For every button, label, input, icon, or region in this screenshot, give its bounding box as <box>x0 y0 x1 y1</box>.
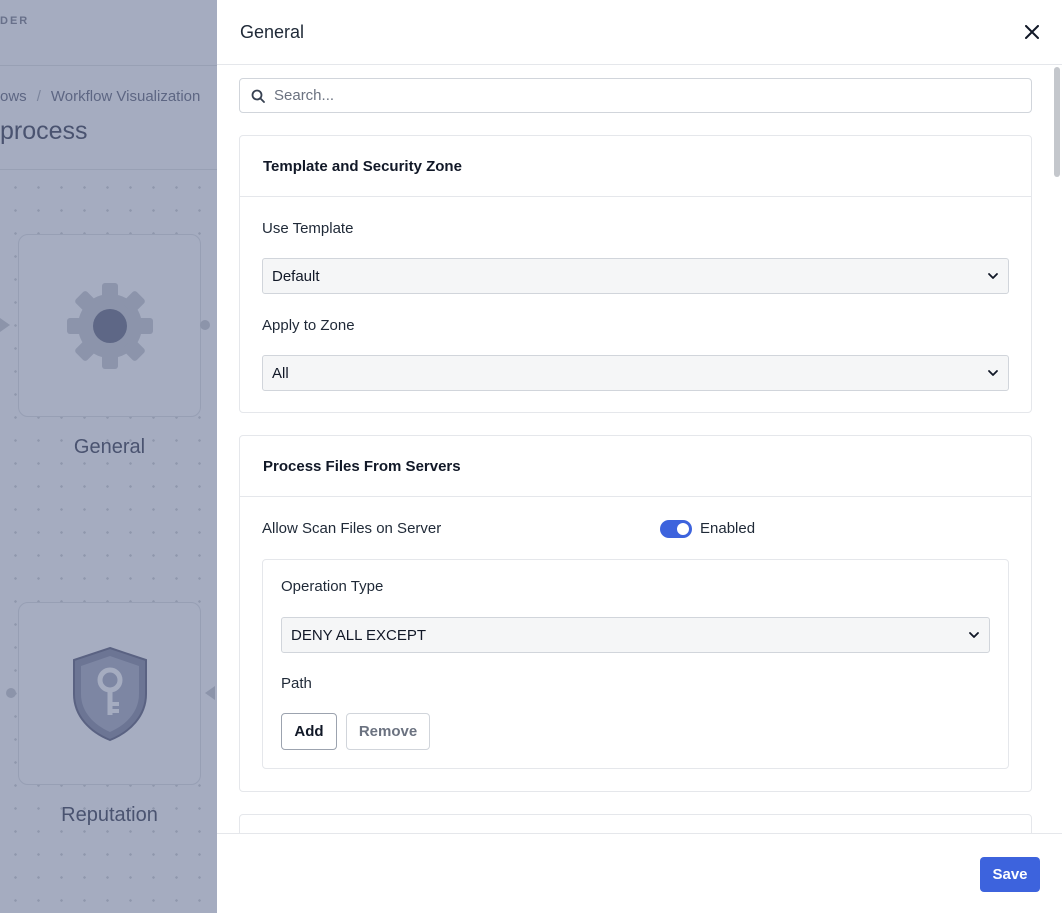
brand-text: DER <box>0 15 30 27</box>
section-title: Template and Security Zone <box>240 136 1031 197</box>
apply-zone-label: Apply to Zone <box>262 317 355 334</box>
close-button[interactable] <box>1020 20 1044 44</box>
operation-type-value: DENY ALL EXCEPT <box>291 626 427 644</box>
apply-zone-select[interactable]: All <box>262 355 1009 391</box>
breadcrumb: ows / Workflow Visualization <box>0 88 200 105</box>
chevron-down-icon <box>969 632 979 638</box>
settings-drawer: General Template and Security Zone Use T… <box>217 0 1062 913</box>
toggle-knob <box>677 523 689 535</box>
chevron-down-icon <box>988 273 998 279</box>
use-template-value: Default <box>272 267 320 285</box>
background-page: DER ows / Workflow Visualization process G… <box>0 0 217 913</box>
section-title: Process Files From Servers <box>240 436 1031 497</box>
drawer-footer: Save <box>217 833 1062 913</box>
add-path-button[interactable]: Add <box>281 713 337 750</box>
drawer-title: General <box>240 22 305 42</box>
save-button[interactable]: Save <box>980 857 1040 892</box>
allow-scan-state: Enabled <box>700 520 756 537</box>
apply-zone-value: All <box>272 364 289 382</box>
divider <box>0 169 217 170</box>
connector-arrow-icon <box>205 686 215 700</box>
node-label-reputation: Reputation <box>61 804 158 826</box>
use-template-select[interactable]: Default <box>262 258 1009 294</box>
workflow-node-reputation[interactable] <box>18 602 201 785</box>
path-label: Path <box>281 675 312 692</box>
connector-dot <box>6 688 16 698</box>
search-icon <box>251 89 265 103</box>
section-template-security-zone: Template and Security Zone Use Template … <box>239 135 1032 413</box>
chevron-down-icon <box>988 370 998 376</box>
gear-icon <box>67 283 153 369</box>
allow-scan-toggle[interactable] <box>660 520 692 538</box>
close-icon <box>1025 25 1039 39</box>
connector-dot <box>200 320 210 330</box>
remove-path-button[interactable]: Remove <box>346 713 430 750</box>
operation-type-select[interactable]: DENY ALL EXCEPT <box>281 617 990 653</box>
workflow-node-general[interactable] <box>18 234 201 417</box>
search-box <box>239 78 1032 113</box>
drawer-body[interactable]: Template and Security Zone Use Template … <box>217 65 1062 833</box>
node-label-general: General <box>73 436 146 458</box>
breadcrumb-item-current: Workflow Visualization <box>50 88 201 105</box>
use-template-label: Use Template <box>262 220 354 237</box>
divider <box>0 65 217 66</box>
drawer-header: General <box>217 0 1062 65</box>
allow-scan-label: Allow Scan Files on Server <box>262 520 442 537</box>
breadcrumb-item-workflows[interactable]: ows <box>0 88 27 105</box>
operation-settings-box: Operation Type DENY ALL EXCEPT Path Add … <box>262 559 1009 769</box>
search-input[interactable] <box>274 87 1014 104</box>
section-process-files-from-servers: Process Files From Servers Allow Scan Fi… <box>239 435 1032 792</box>
scrollbar-thumb[interactable] <box>1054 67 1060 177</box>
breadcrumb-separator: / <box>36 88 41 105</box>
shield-key-icon <box>73 646 147 742</box>
section-next <box>239 814 1032 833</box>
page-title: process <box>0 117 88 145</box>
operation-type-label: Operation Type <box>281 578 384 595</box>
connector-arrow-icon <box>0 318 10 332</box>
